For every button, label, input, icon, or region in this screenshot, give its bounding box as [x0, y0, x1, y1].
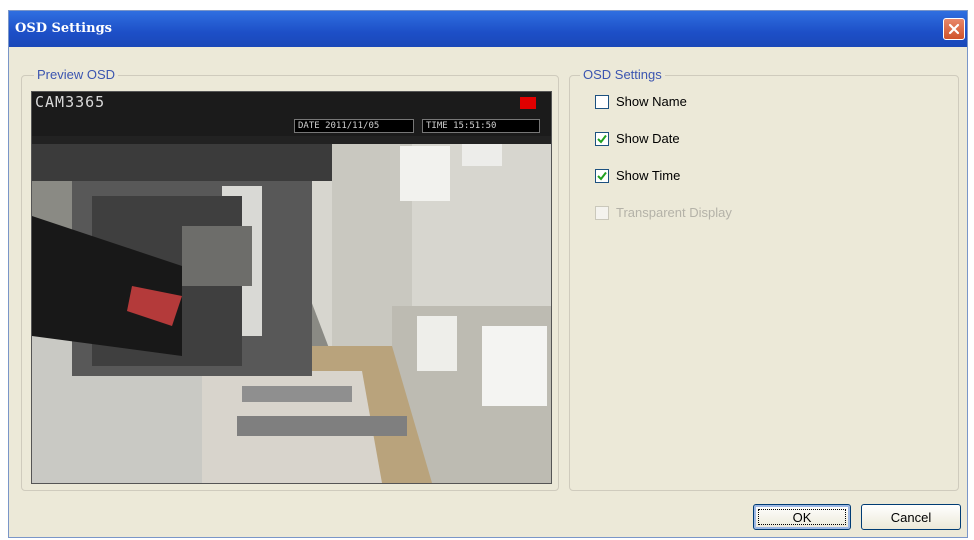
close-button[interactable]: [943, 18, 965, 40]
show-date-option[interactable]: Show Date: [595, 131, 680, 146]
transparent-display-checkbox: [595, 205, 609, 220]
date-overlay: DATE 2011/11/05: [294, 119, 414, 133]
record-indicator: [520, 97, 536, 109]
transparent-display-option: Transparent Display: [595, 205, 732, 220]
show-time-label[interactable]: Show Time: [616, 168, 680, 183]
show-name-checkbox[interactable]: [595, 94, 609, 109]
show-name-label[interactable]: Show Name: [616, 94, 687, 109]
checkmark-icon: [597, 134, 607, 144]
show-date-checkbox[interactable]: [595, 131, 609, 146]
preview-video: CAM3365 DATE 2011/11/05 TIME 15:51:50: [31, 91, 552, 484]
title-bar[interactable]: OSD Settings: [9, 11, 967, 47]
transparent-display-label: Transparent Display: [616, 205, 732, 220]
show-name-option[interactable]: Show Name: [595, 94, 687, 109]
osd-settings-legend: OSD Settings: [580, 67, 665, 82]
show-date-label[interactable]: Show Date: [616, 131, 680, 146]
cancel-button[interactable]: Cancel: [861, 504, 961, 530]
camera-scene-image: [32, 136, 551, 483]
camera-name-overlay: CAM3365: [35, 93, 106, 111]
show-time-checkbox[interactable]: [595, 168, 609, 183]
window-title: OSD Settings: [15, 21, 112, 36]
focus-ring: [758, 509, 846, 525]
preview-osd-legend: Preview OSD: [34, 67, 119, 82]
cancel-button-label: Cancel: [890, 509, 932, 525]
time-overlay: TIME 15:51:50: [422, 119, 540, 133]
ok-button[interactable]: OK: [753, 504, 851, 530]
osd-settings-dialog: OSD Settings Preview OSD CAM3365 DATE 20…: [8, 10, 968, 538]
close-icon: [948, 23, 960, 35]
show-time-option[interactable]: Show Time: [595, 168, 680, 183]
checkmark-icon: [597, 171, 607, 181]
